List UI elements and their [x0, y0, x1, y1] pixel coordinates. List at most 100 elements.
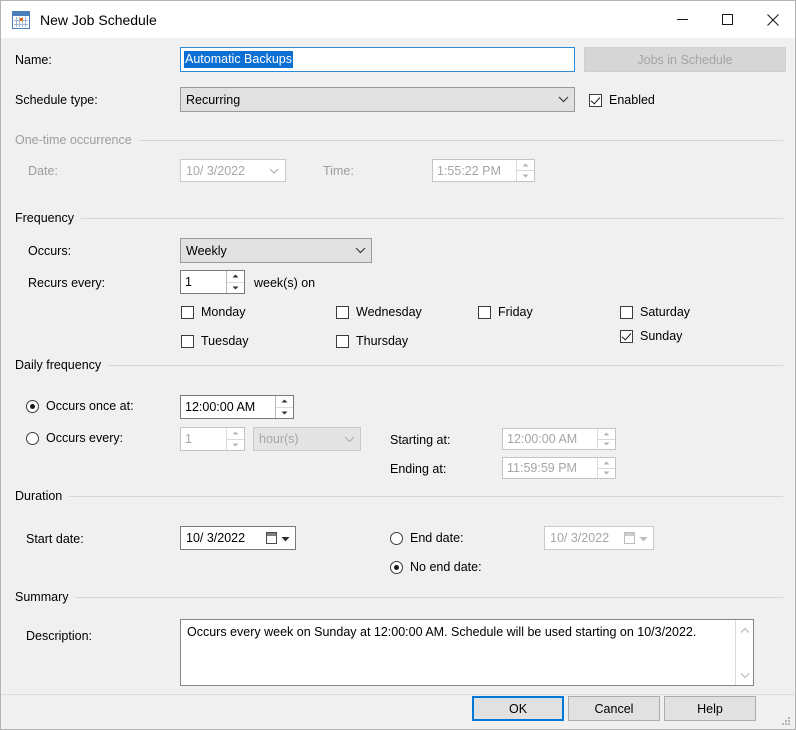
checkbox-box: [336, 334, 349, 348]
duration-group-header: Duration: [15, 488, 783, 504]
dropdown-arrow-icon: [639, 531, 648, 545]
radio-box: [390, 531, 403, 545]
name-label: Name:: [15, 53, 52, 67]
radio-box: [26, 431, 39, 445]
schedule-type-label: Schedule type:: [15, 93, 98, 107]
schedule-type-combo[interactable]: Recurring: [180, 87, 575, 112]
recurs-every-label: Recurs every:: [28, 276, 106, 290]
occurs-every-unit-value: hour(s): [259, 432, 299, 446]
occurs-once-radio[interactable]: Occurs once at:: [26, 399, 134, 413]
spinner-up-icon: [517, 160, 534, 171]
daily-frequency-group-header: Daily frequency: [15, 357, 783, 373]
spinner-down-icon: [598, 469, 615, 479]
one-time-time-value: 1:55:22 PM: [437, 163, 501, 178]
starting-at-spinner: 12:00:00 AM: [502, 428, 616, 450]
scroll-up-icon[interactable]: [740, 623, 750, 637]
occurs-label: Occurs:: [28, 244, 72, 258]
spinner-up-icon: [227, 428, 244, 440]
checkbox-box: [181, 305, 194, 319]
chevron-down-icon: [552, 96, 574, 103]
start-date-picker[interactable]: 10/ 3/2022: [180, 526, 296, 550]
new-job-schedule-dialog: New Job Schedule Name: Automatic Backups…: [0, 0, 796, 730]
spinner-buttons: [226, 428, 244, 450]
starting-at-value: 12:00:00 AM: [507, 432, 578, 446]
chevron-down-icon: [338, 436, 360, 443]
day-label: Sunday: [640, 329, 683, 343]
day-checkbox-tuesday[interactable]: Tuesday: [181, 334, 248, 348]
recurs-every-value: 1: [185, 275, 192, 289]
occurs-value: Weekly: [186, 243, 227, 258]
no-end-date-radio[interactable]: No end date:: [390, 560, 482, 574]
jobs-in-schedule-button: Jobs in Schedule: [584, 47, 786, 72]
dropdown-arrow-icon[interactable]: [281, 531, 290, 545]
maximize-button[interactable]: [705, 1, 750, 38]
end-date-radio[interactable]: End date:: [390, 531, 464, 545]
one-time-time-label: Time:: [323, 164, 354, 178]
day-checkbox-thursday[interactable]: Thursday: [336, 334, 408, 348]
close-button[interactable]: [750, 1, 795, 38]
spinner-up-icon: [598, 458, 615, 469]
recurs-every-spinner[interactable]: 1: [180, 270, 245, 294]
day-label: Friday: [498, 305, 533, 319]
day-label: Saturday: [640, 305, 691, 319]
ok-button[interactable]: OK: [472, 696, 564, 721]
spinner-up-icon: [276, 396, 293, 408]
description-value: Occurs every week on Sunday at 12:00:00 …: [187, 625, 697, 639]
day-label: Monday: [201, 305, 246, 319]
spinner-down-icon: [517, 171, 534, 181]
footer-separator: [1, 694, 795, 695]
calendar-icon: [12, 10, 30, 29]
one-time-date-picker: 10/ 3/2022: [180, 159, 286, 182]
occurs-combo[interactable]: Weekly: [180, 238, 372, 263]
day-checkbox-monday[interactable]: Monday: [181, 305, 245, 319]
description-label: Description:: [26, 629, 92, 643]
radio-box: [390, 560, 403, 574]
chevron-down-icon: [263, 168, 285, 174]
occurs-every-label: Occurs every:: [46, 431, 124, 445]
spinner-buttons: [516, 160, 534, 181]
one-time-date-value: 10/ 3/2022: [186, 163, 246, 178]
spinner-down-icon: [227, 283, 244, 294]
name-input[interactable]: Automatic Backups: [180, 47, 575, 72]
start-date-label: Start date:: [26, 532, 84, 546]
occurs-every-interval-spinner: 1: [180, 427, 245, 451]
calendar-icon: [624, 532, 635, 544]
day-checkbox-wednesday[interactable]: Wednesday: [336, 305, 422, 319]
occurs-once-label: Occurs once at:: [46, 399, 134, 413]
day-checkbox-friday[interactable]: Friday: [478, 305, 533, 319]
start-date-value: 10/ 3/2022: [186, 531, 246, 545]
schedule-type-value: Recurring: [186, 92, 241, 107]
day-checkbox-saturday[interactable]: Saturday: [620, 305, 690, 319]
cancel-button[interactable]: Cancel: [568, 696, 660, 721]
spinner-up-icon: [598, 429, 615, 440]
end-date-value: 10/ 3/2022: [550, 531, 610, 545]
end-date-picker: 10/ 3/2022: [544, 526, 654, 550]
ending-at-value: 11:59:59 PM: [507, 461, 577, 475]
spinner-down-icon: [276, 408, 293, 419]
spinner-buttons[interactable]: [275, 396, 293, 418]
window-controls: [660, 1, 795, 38]
occurs-once-time-value: 12:00:00 AM: [185, 400, 256, 414]
enabled-checkbox[interactable]: Enabled: [589, 93, 655, 107]
one-time-date-label: Date:: [28, 164, 58, 178]
summary-group-header: Summary: [15, 589, 783, 605]
description-textarea[interactable]: Occurs every week on Sunday at 12:00:00 …: [180, 619, 754, 686]
chevron-down-icon: [349, 247, 371, 254]
day-label: Thursday: [356, 334, 409, 348]
help-button[interactable]: Help: [664, 696, 756, 721]
checkbox-box: [620, 305, 633, 319]
enabled-label: Enabled: [609, 93, 655, 107]
minimize-button[interactable]: [660, 1, 705, 38]
day-checkbox-sunday[interactable]: Sunday: [620, 329, 682, 343]
one-time-time-spinner: 1:55:22 PM: [432, 159, 535, 182]
calendar-icon: [266, 532, 277, 544]
description-scrollbar[interactable]: [735, 620, 753, 685]
scroll-down-icon[interactable]: [740, 668, 750, 682]
occurs-every-radio[interactable]: Occurs every:: [26, 431, 123, 445]
day-label: Tuesday: [201, 334, 249, 348]
resize-grip[interactable]: [779, 714, 791, 726]
spinner-down-icon: [598, 440, 615, 450]
occurs-once-time-spinner[interactable]: 12:00:00 AM: [180, 395, 294, 419]
name-input-value: Automatic Backups: [184, 51, 293, 68]
spinner-buttons[interactable]: [226, 271, 244, 293]
